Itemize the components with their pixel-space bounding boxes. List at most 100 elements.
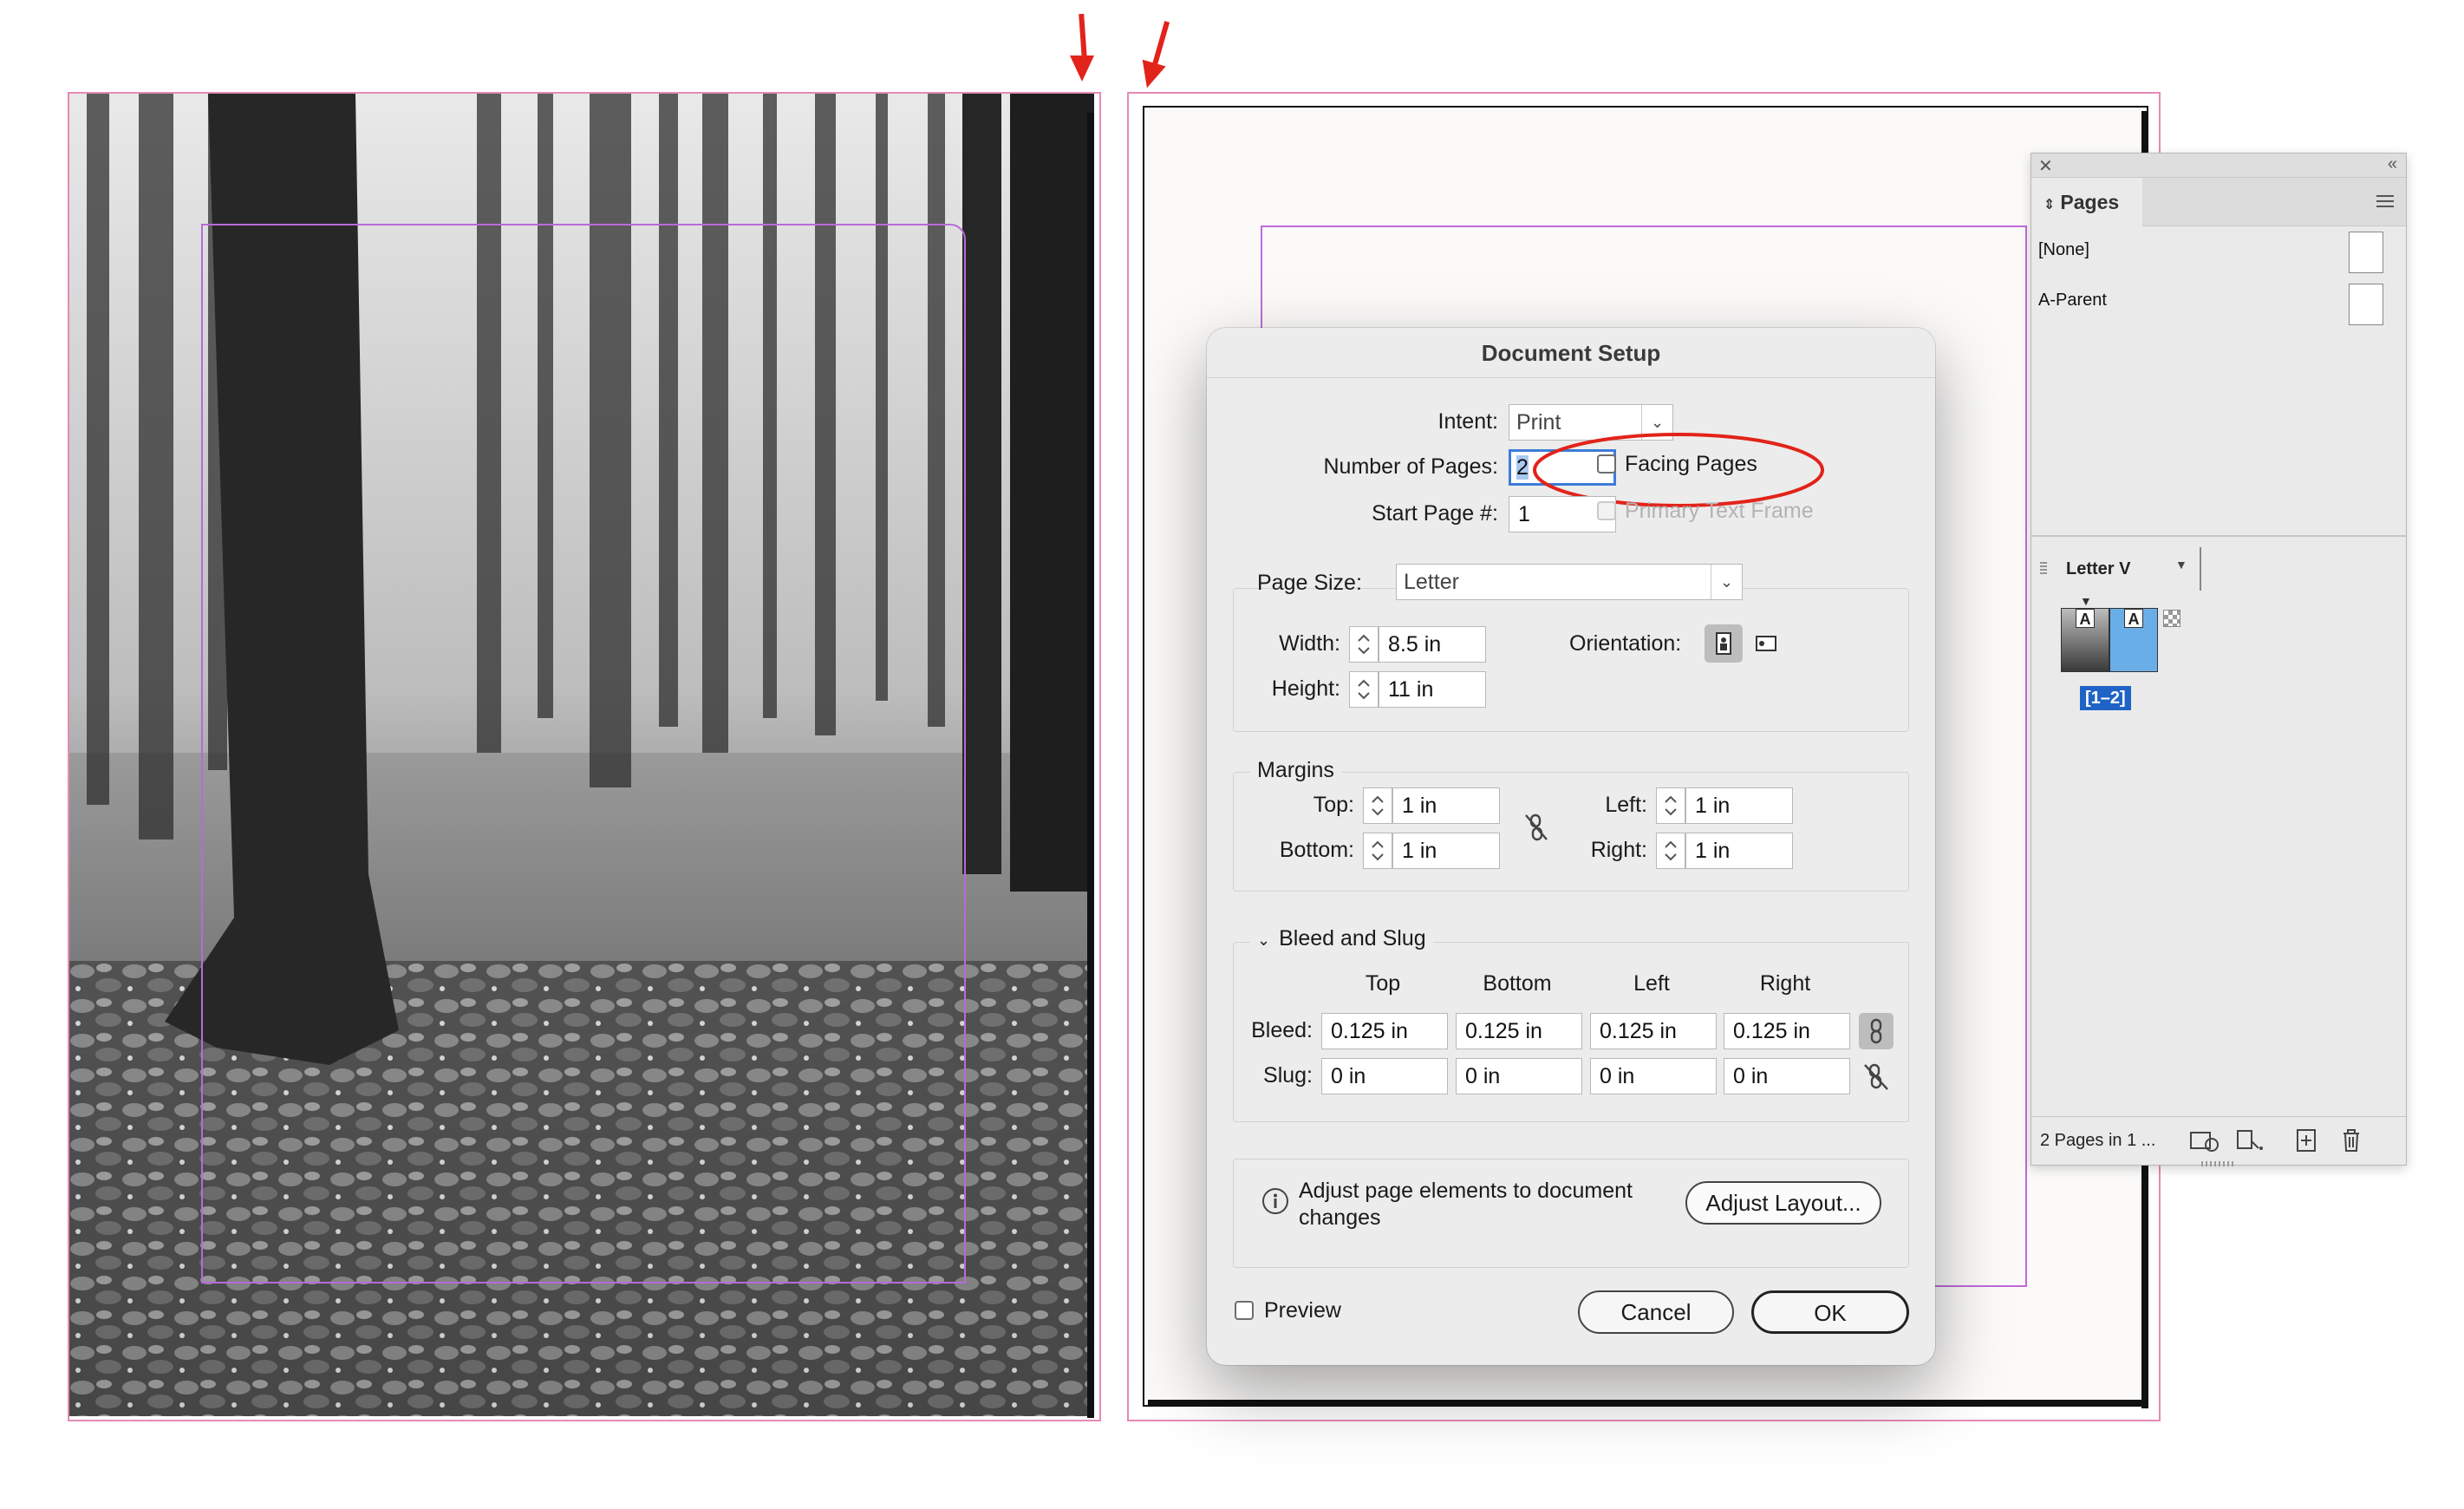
margin-right-stepper[interactable] <box>1656 833 1685 869</box>
ok-button[interactable]: OK <box>1751 1290 1909 1334</box>
intent-label: Intent: <box>1437 409 1499 434</box>
page-2-shadow-bottom <box>1148 1400 2148 1407</box>
margin-bottom-input[interactable]: 1 in <box>1392 833 1500 869</box>
width-input[interactable]: 8.5 in <box>1379 626 1486 663</box>
collapse-panel-icon[interactable]: « <box>2388 154 2397 174</box>
preview-checkbox[interactable] <box>1235 1301 1254 1320</box>
number-of-pages-label: Number of Pages: <box>1323 454 1499 479</box>
page-size-menu[interactable]: Letter V <box>2066 554 2161 584</box>
resize-grip-icon[interactable] <box>2201 1161 2236 1166</box>
height-stepper[interactable] <box>1349 671 1379 708</box>
tab-pages[interactable]: ⇕ Pages <box>2031 178 2142 226</box>
panel-bottom-bar: 2 Pages in 1 ... <box>2031 1116 2406 1165</box>
margin-left-label: Left: <box>1605 793 1647 817</box>
bleed-right-input[interactable]: 0.125 in <box>1724 1013 1850 1049</box>
bleed-top-input[interactable]: 0.125 in <box>1321 1013 1448 1049</box>
panel-divider[interactable] <box>2031 535 2406 537</box>
page-size-group <box>1233 588 1909 732</box>
spread-label[interactable]: [1–2] <box>2080 686 2131 710</box>
slug-label: Slug: <box>1263 1063 1313 1088</box>
annotation-arrow-1 <box>1079 13 1087 60</box>
bleed-slug-title-wrap[interactable]: ⌄ Bleed and Slug <box>1250 926 1433 951</box>
annotation-arrowhead-1 <box>1070 56 1094 82</box>
slug-right-input[interactable]: 0 in <box>1724 1058 1850 1094</box>
column-bottom-label: Bottom <box>1483 971 1552 996</box>
page-size-value: Letter <box>1404 570 1459 594</box>
new-page-icon[interactable] <box>2291 1126 2321 1155</box>
panel-title-bar: ✕ « <box>2031 154 2406 178</box>
parent-a-thumbnail[interactable] <box>2349 284 2383 325</box>
preview-label: Preview <box>1264 1298 1341 1323</box>
bleed-bottom-input[interactable]: 0.125 in <box>1456 1013 1582 1049</box>
edit-page-size-icon[interactable] <box>2187 1126 2222 1155</box>
current-spread-marker-icon: ▼ <box>2080 594 2092 608</box>
primary-text-frame-checkbox[interactable] <box>1597 501 1616 520</box>
height-label: Height: <box>1271 676 1340 701</box>
sort-arrows-icon: ⇕ <box>2044 198 2056 212</box>
bleed-link-icon[interactable] <box>1859 1013 1894 1049</box>
cancel-button[interactable]: Cancel <box>1578 1290 1734 1334</box>
tab-pages-label: Pages <box>2060 191 2120 213</box>
number-of-pages-value: 2 <box>1516 455 1529 480</box>
annotation-arrowhead-2 <box>1135 59 1166 92</box>
panel-menu-icon[interactable] <box>2375 193 2396 209</box>
adjust-layout-text: Adjust page elements to document changes <box>1299 1179 1633 1230</box>
column-left-label: Left <box>1633 971 1670 996</box>
page-size-label: Page Size: <box>1257 571 1362 595</box>
margin-left-stepper[interactable] <box>1656 787 1685 824</box>
width-stepper[interactable] <box>1349 626 1379 663</box>
page-size-dropdown[interactable]: Letter ⌄ <box>1396 564 1743 600</box>
panel-tab-bar: ⇕ Pages <box>2031 178 2406 226</box>
page-2-parent-letter: A <box>2124 609 2143 628</box>
transparency-checker-icon <box>2163 610 2180 627</box>
start-page-label: Start Page #: <box>1372 501 1498 526</box>
triangle-down-icon[interactable]: ▼ <box>2175 558 2187 572</box>
bleed-label: Bleed: <box>1251 1018 1313 1042</box>
column-right-label: Right <box>1759 971 1811 996</box>
pages-panel: ✕ « ⇕ Pages [None] A-Parent Letter V ▼ ▼ … <box>2031 153 2407 1166</box>
margin-top-input[interactable]: 1 in <box>1392 787 1500 824</box>
chevron-down-icon: ⌄ <box>1257 931 1271 949</box>
margin-left-input[interactable]: 1 in <box>1685 787 1793 824</box>
adjust-layout-button[interactable]: Adjust Layout... <box>1685 1181 1881 1225</box>
width-label: Width: <box>1279 631 1340 656</box>
column-top-label: Top <box>1365 971 1401 996</box>
margin-bottom-label: Bottom: <box>1279 838 1354 862</box>
height-input[interactable]: 11 in <box>1379 671 1486 708</box>
slug-top-input[interactable]: 0 in <box>1321 1058 1448 1094</box>
chevron-down-icon: ⌄ <box>1711 565 1742 599</box>
page-1-parent-letter: A <box>2076 609 2095 628</box>
info-icon <box>1261 1186 1290 1216</box>
parent-item-none[interactable]: [None] <box>2038 240 2089 260</box>
margin-top-stepper[interactable] <box>1363 787 1392 824</box>
page-1-margin-guide <box>201 224 966 1284</box>
page-2-thumbnail[interactable]: A <box>2109 608 2158 672</box>
margins-group <box>1233 772 1909 892</box>
page-size-menu-separator <box>2200 547 2201 591</box>
margin-right-label: Right: <box>1590 838 1647 862</box>
close-icon[interactable]: ✕ <box>2038 155 2053 177</box>
delete-page-icon[interactable] <box>2337 1126 2366 1155</box>
bleed-slug-title: Bleed and Slug <box>1279 926 1426 950</box>
grip-icon <box>2038 559 2049 577</box>
margin-right-input[interactable]: 1 in <box>1685 833 1793 869</box>
slug-link-icon[interactable] <box>1859 1058 1894 1094</box>
landscape-orientation-icon[interactable] <box>1746 624 1784 663</box>
document-setup-dialog: Document Setup Intent: Print ⌄ Number of… <box>1207 328 1935 1365</box>
slug-bottom-input[interactable]: 0 in <box>1456 1058 1582 1094</box>
slug-left-input[interactable]: 0 in <box>1590 1058 1717 1094</box>
portrait-orientation-icon[interactable] <box>1705 624 1743 663</box>
pages-status-text: 2 Pages in 1 ... <box>2040 1131 2156 1150</box>
margins-link-icon[interactable] <box>1521 812 1552 843</box>
margin-bottom-stepper[interactable] <box>1363 833 1392 869</box>
page-size-menu-label: Letter V <box>2066 559 2131 578</box>
margin-top-label: Top: <box>1313 793 1354 817</box>
spread-label-text: [1–2] <box>2085 689 2126 708</box>
annotation-arrow-2 <box>1151 21 1170 66</box>
page-1-thumbnail[interactable]: A <box>2061 608 2109 672</box>
page-properties-icon[interactable] <box>2233 1126 2267 1155</box>
parent-item-a[interactable]: A-Parent <box>2038 291 2107 310</box>
bleed-left-input[interactable]: 0.125 in <box>1590 1013 1717 1049</box>
parent-none-thumbnail[interactable] <box>2349 232 2383 273</box>
primary-text-frame-label: Primary Text Frame <box>1625 499 1814 523</box>
